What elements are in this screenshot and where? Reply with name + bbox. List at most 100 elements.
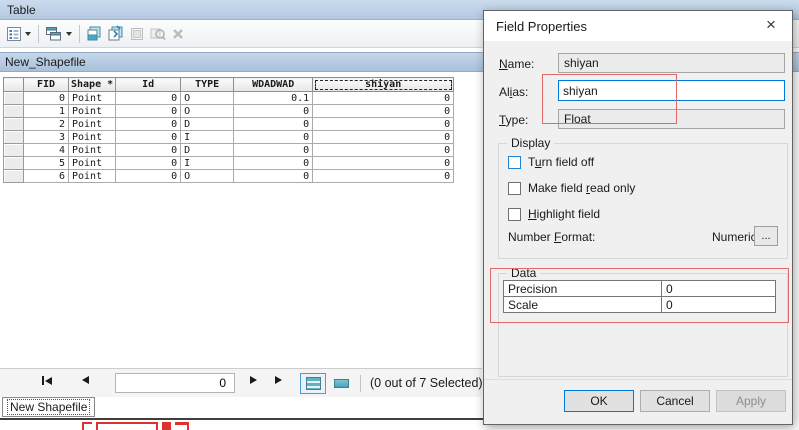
related-tables-icon bbox=[45, 26, 63, 42]
cell-shiyan: 0 bbox=[313, 118, 454, 131]
cell-id: 0 bbox=[116, 118, 181, 131]
show-all-records-button[interactable] bbox=[300, 373, 326, 394]
cell-shape: Point bbox=[69, 105, 116, 118]
related-tables-dropdown-arrow bbox=[66, 32, 72, 36]
cell-shiyan: 0 bbox=[313, 105, 454, 118]
make-read-only-checkbox[interactable] bbox=[508, 182, 521, 195]
show-selected-records-button[interactable] bbox=[328, 373, 354, 394]
first-record-button[interactable] bbox=[42, 376, 52, 385]
cancel-button[interactable]: Cancel bbox=[640, 390, 710, 412]
clear-selection-icon bbox=[129, 26, 146, 42]
row-selector[interactable] bbox=[4, 92, 24, 105]
row-selector[interactable] bbox=[4, 170, 24, 183]
screen: Table bbox=[0, 0, 799, 430]
header-row: FID Shape * Id TYPE WDADWAD shiyan bbox=[4, 78, 454, 92]
previous-record-icon bbox=[82, 376, 89, 384]
related-tables-button[interactable] bbox=[44, 24, 73, 44]
row-selector[interactable] bbox=[4, 131, 24, 144]
name-field: shiyan bbox=[558, 53, 785, 73]
attribute-table: FID Shape * Id TYPE WDADWAD shiyan 0 Poi… bbox=[3, 77, 454, 183]
row-selector[interactable] bbox=[4, 118, 24, 131]
cell-shiyan: 0 bbox=[313, 157, 454, 170]
annotation-rect-precision-scale bbox=[490, 268, 789, 323]
cell-type: O bbox=[181, 170, 234, 183]
select-by-attributes-button[interactable] bbox=[85, 23, 105, 44]
selection-status: (0 out of 7 Selected) bbox=[370, 376, 483, 390]
table-options-icon bbox=[6, 26, 22, 42]
cell-type: O bbox=[181, 105, 234, 118]
turn-field-off-row: Turn field off bbox=[508, 155, 594, 169]
table-row: 6 Point 0 O 0 0 bbox=[4, 170, 454, 183]
previous-record-button[interactable] bbox=[82, 376, 89, 384]
cell-fid: 5 bbox=[24, 157, 69, 170]
last-record-button[interactable] bbox=[275, 376, 282, 384]
cell-id: 0 bbox=[116, 170, 181, 183]
cell-type: I bbox=[181, 157, 234, 170]
column-header-selector[interactable] bbox=[4, 78, 24, 92]
cell-type: D bbox=[181, 118, 234, 131]
cell-wdadwad: 0 bbox=[234, 170, 313, 183]
table-options-dropdown-arrow bbox=[25, 32, 31, 36]
table-row: 3 Point 0 I 0 0 bbox=[4, 131, 454, 144]
cell-shape: Point bbox=[69, 118, 116, 131]
annotation-rect-alias-type bbox=[542, 74, 677, 124]
table-row: 0 Point 0 O 0.1 0 bbox=[4, 92, 454, 105]
table-row: 5 Point 0 I 0 0 bbox=[4, 157, 454, 170]
table-row: 4 Point 0 D 0 0 bbox=[4, 144, 454, 157]
cell-fid: 0 bbox=[24, 92, 69, 105]
type-label: Type: bbox=[499, 113, 528, 127]
highlight-field-label: Highlight field bbox=[528, 207, 600, 221]
first-record-icon bbox=[45, 377, 52, 385]
delete-selected-icon bbox=[170, 26, 186, 42]
cell-shiyan: 0 bbox=[313, 131, 454, 144]
field-properties-dialog: Field Properties × Name: shiyan Alias: T… bbox=[483, 10, 793, 425]
turn-field-off-checkbox[interactable] bbox=[508, 156, 521, 169]
table-options-button[interactable] bbox=[5, 24, 32, 44]
column-header-shape[interactable]: Shape * bbox=[69, 78, 116, 92]
number-format-ellipsis-button[interactable]: ... bbox=[754, 226, 778, 246]
ok-button[interactable]: OK bbox=[564, 390, 634, 412]
cell-shiyan: 0 bbox=[313, 92, 454, 105]
column-header-fid[interactable]: FID bbox=[24, 78, 69, 92]
sheet-title: New_Shapefile bbox=[5, 55, 86, 69]
display-group-label: Display bbox=[507, 136, 554, 150]
sheet-tab-new-shapefile[interactable]: New Shapefile bbox=[2, 397, 95, 417]
sheet-tab-label: New Shapefile bbox=[8, 400, 89, 414]
column-header-shiyan[interactable]: shiyan bbox=[313, 78, 454, 92]
close-icon[interactable]: × bbox=[760, 14, 782, 36]
row-selector[interactable] bbox=[4, 105, 24, 118]
cell-shiyan: 0 bbox=[313, 170, 454, 183]
next-record-button[interactable] bbox=[250, 376, 257, 384]
turn-field-off-label: Turn field off bbox=[528, 155, 594, 169]
record-navigation-bar: (0 out of 7 Selected) bbox=[0, 368, 482, 397]
delete-selected-button[interactable] bbox=[169, 24, 187, 44]
cell-wdadwad: 0 bbox=[234, 157, 313, 170]
cell-fid: 6 bbox=[24, 170, 69, 183]
highlight-field-row: Highlight field bbox=[508, 207, 600, 221]
zoom-to-selected-icon bbox=[149, 26, 167, 42]
column-header-wdadwad[interactable]: WDADWAD bbox=[234, 78, 313, 92]
highlight-field-checkbox[interactable] bbox=[508, 208, 521, 221]
cell-wdadwad: 0 bbox=[234, 144, 313, 157]
cell-shape: Point bbox=[69, 131, 116, 144]
cell-wdadwad: 0 bbox=[234, 118, 313, 131]
name-label: Name: bbox=[499, 57, 534, 71]
cell-fid: 3 bbox=[24, 131, 69, 144]
table-row: 1 Point 0 O 0 0 bbox=[4, 105, 454, 118]
row-selector[interactable] bbox=[4, 157, 24, 170]
number-format-label: Number Format: bbox=[508, 230, 595, 244]
column-header-id[interactable]: Id bbox=[116, 78, 181, 92]
switch-selection-icon bbox=[107, 25, 126, 42]
record-number-input[interactable] bbox=[115, 373, 235, 393]
cell-wdadwad: 0.1 bbox=[234, 92, 313, 105]
switch-selection-button[interactable] bbox=[106, 23, 127, 44]
cell-id: 0 bbox=[116, 105, 181, 118]
cell-id: 0 bbox=[116, 131, 181, 144]
clear-selection-button[interactable] bbox=[128, 24, 147, 44]
next-record-icon bbox=[250, 376, 257, 384]
button-separator bbox=[484, 379, 792, 380]
row-selector[interactable] bbox=[4, 144, 24, 157]
cell-shape: Point bbox=[69, 170, 116, 183]
column-header-type[interactable]: TYPE bbox=[181, 78, 234, 92]
zoom-to-selected-button[interactable] bbox=[148, 24, 168, 44]
